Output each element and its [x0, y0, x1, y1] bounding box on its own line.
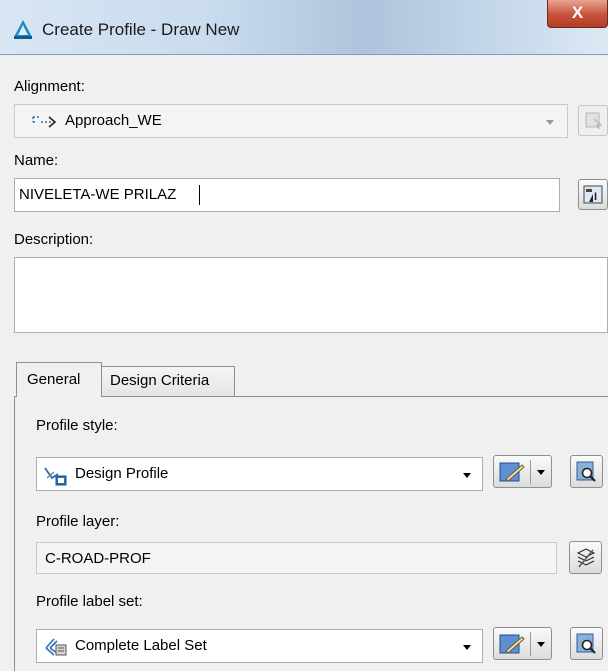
close-button[interactable]: X	[547, 0, 608, 28]
alignment-select[interactable]: Approach_WE	[14, 104, 568, 138]
profile-layer-label: Profile layer:	[36, 513, 120, 530]
edit-style-split-button[interactable]	[493, 455, 552, 488]
details-icon	[576, 461, 596, 482]
alignment-value: Approach_WE	[65, 112, 162, 129]
tab-general[interactable]: General	[16, 362, 102, 397]
name-label: Name:	[14, 152, 59, 169]
alignment-label: Alignment:	[14, 78, 85, 95]
name-input[interactable]: NIVELETA-WE PRILAZ	[14, 178, 560, 212]
profile-label-set-label: Profile label set:	[36, 593, 143, 610]
tab-design-criteria-label: Design Criteria	[110, 372, 210, 389]
profile-style-select[interactable]: Design Profile	[36, 457, 483, 491]
chevron-down-icon	[537, 470, 545, 475]
profile-label-set-select[interactable]: Complete Label Set	[36, 629, 483, 663]
alignment-icon	[32, 116, 57, 128]
edit-label-set-split-button[interactable]	[493, 627, 552, 660]
profile-style-label: Profile style:	[36, 417, 118, 434]
window-title: Create Profile - Draw New	[42, 20, 240, 39]
tab-general-label: General	[27, 371, 81, 388]
name-template-icon: I	[583, 185, 603, 204]
pick-alignment-button[interactable]	[578, 105, 608, 136]
details-icon	[576, 633, 596, 654]
name-template-button[interactable]: I	[578, 179, 608, 210]
civil3d-app-icon	[14, 20, 32, 39]
description-input[interactable]	[14, 257, 608, 333]
description-label: Description:	[14, 231, 94, 248]
profile-style-icon	[44, 467, 67, 486]
label-set-details-button[interactable]	[570, 627, 603, 660]
layers-icon	[576, 548, 596, 568]
chevron-down-icon	[463, 473, 471, 478]
tab-design-criteria[interactable]: Design Criteria	[102, 366, 235, 396]
profile-label-set-value: Complete Label Set	[75, 637, 207, 654]
label-set-icon	[45, 638, 67, 656]
chevron-down-icon	[463, 645, 471, 650]
pick-icon	[585, 112, 603, 130]
profile-style-value: Design Profile	[75, 465, 169, 482]
text-cursor	[199, 185, 200, 205]
edit-style-icon	[499, 462, 525, 482]
svg-text:I: I	[594, 191, 597, 203]
chevron-down-icon	[537, 642, 545, 647]
name-value: NIVELETA-WE PRILAZ	[19, 186, 177, 203]
profile-layer-field[interactable]: C-ROAD-PROF	[36, 542, 557, 574]
style-details-button[interactable]	[570, 455, 603, 488]
chevron-down-icon	[546, 120, 554, 125]
layer-button[interactable]	[569, 541, 602, 574]
profile-layer-value: C-ROAD-PROF	[45, 550, 151, 567]
edit-style-icon	[499, 634, 525, 654]
